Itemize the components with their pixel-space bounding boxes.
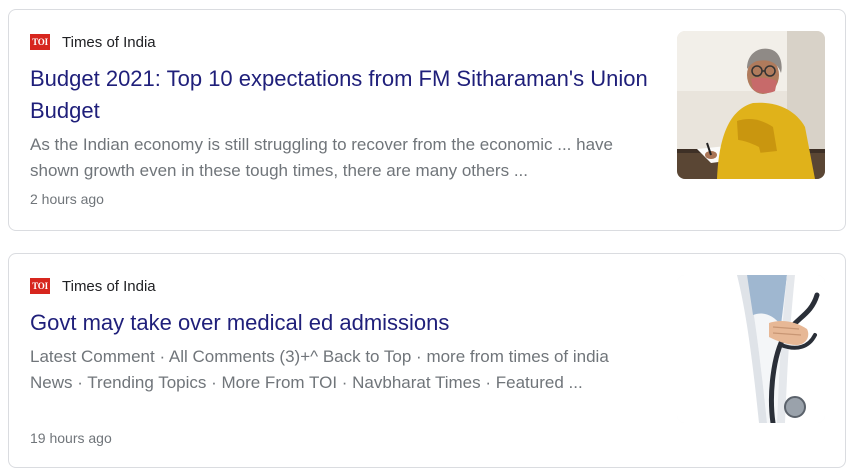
news-headline-link[interactable]: Govt may take over medical ed admissions: [30, 307, 650, 339]
news-snippet: As the Indian economy is still strugglin…: [30, 135, 613, 180]
news-source[interactable]: TOI Times of India: [30, 276, 156, 296]
news-card[interactable]: TOI Times of India Budget 2021: Top 10 e…: [8, 9, 846, 231]
timestamp: 19 hours ago: [30, 430, 112, 446]
timestamp: 2 hours ago: [30, 191, 104, 207]
toi-logo-icon: TOI: [30, 34, 50, 50]
source-name: Times of India: [62, 33, 156, 51]
news-card[interactable]: TOI Times of India Govt may take over me…: [8, 253, 846, 468]
news-snippet: Latest Comment · All Comments (3)+^ Back…: [30, 347, 609, 392]
doctor-with-stethoscope-icon: [677, 275, 825, 423]
news-source[interactable]: TOI Times of India: [30, 32, 156, 52]
news-thumbnail[interactable]: [677, 275, 825, 423]
toi-logo-icon: TOI: [30, 278, 50, 294]
headline-text: Budget 2021: Top 10 expectations from FM…: [30, 66, 648, 123]
woman-in-yellow-saree-icon: [677, 31, 825, 179]
headline-text: Govt may take over medical ed admissions: [30, 310, 450, 335]
source-name: Times of India: [62, 277, 156, 295]
news-headline-link[interactable]: Budget 2021: Top 10 expectations from FM…: [30, 63, 650, 127]
news-thumbnail[interactable]: [677, 31, 825, 179]
